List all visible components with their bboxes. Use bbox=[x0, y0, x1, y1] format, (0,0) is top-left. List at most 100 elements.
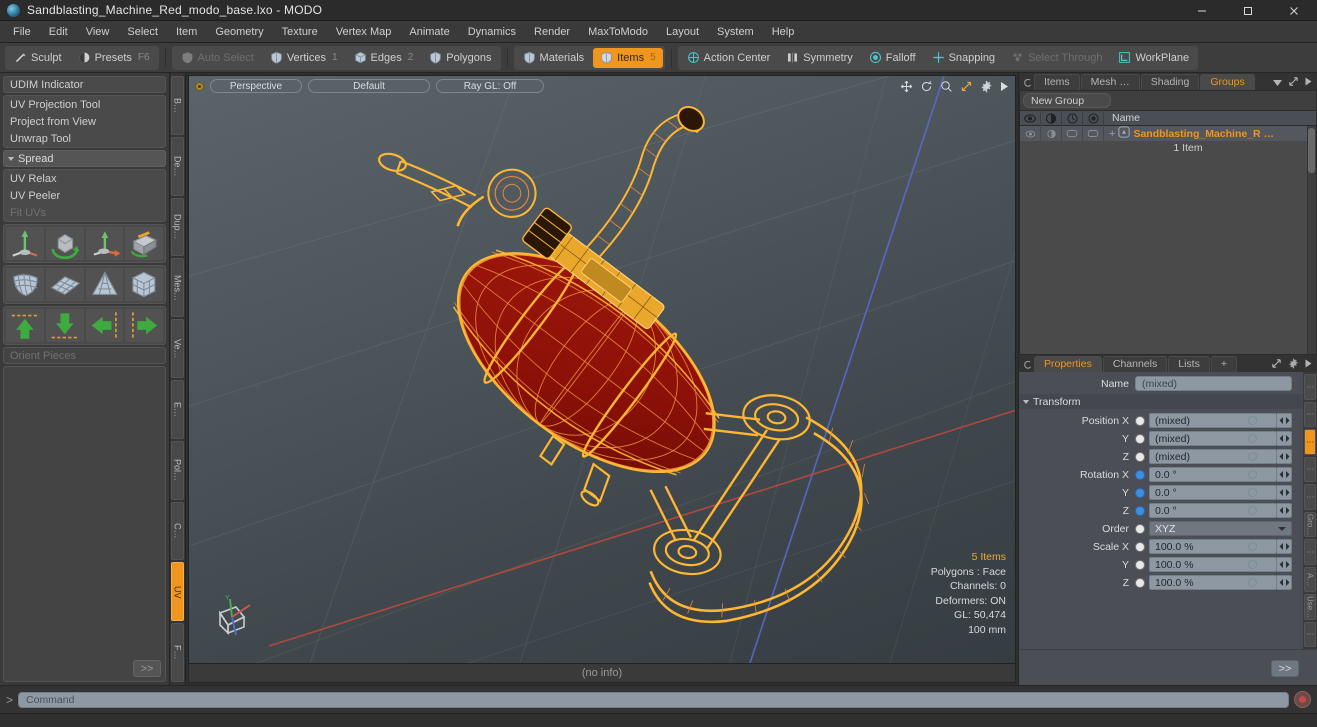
property-value-input[interactable]: 0.0 ° bbox=[1149, 503, 1277, 518]
expand-arrows-icon[interactable] bbox=[1288, 76, 1299, 90]
property-stepper[interactable] bbox=[1277, 503, 1292, 518]
rotate-icon[interactable] bbox=[920, 80, 933, 93]
property-value-input[interactable]: 0.0 ° bbox=[1149, 485, 1277, 500]
property-stepper[interactable] bbox=[1277, 575, 1292, 590]
table-row[interactable]: + Sandblasting_Machine_R … bbox=[1020, 126, 1316, 141]
render-icon[interactable] bbox=[1041, 110, 1062, 126]
scrollbar-thumb[interactable] bbox=[1308, 128, 1315, 173]
left-vertical-tab-ve[interactable]: Ve… bbox=[171, 319, 184, 378]
zoom-icon[interactable] bbox=[940, 80, 953, 93]
menu-item-help[interactable]: Help bbox=[763, 23, 804, 41]
property-value-input[interactable]: 100.0 % bbox=[1149, 557, 1277, 572]
toolbar-button-select-through[interactable]: Select Through bbox=[1004, 48, 1109, 68]
left-vertical-tab-uv[interactable]: UV bbox=[171, 562, 184, 622]
property-stepper[interactable] bbox=[1277, 539, 1292, 554]
viewport-active-dot[interactable] bbox=[195, 81, 204, 91]
row-wireframe-toggle[interactable] bbox=[1083, 126, 1104, 141]
uv-cube-rotate-icon[interactable] bbox=[45, 227, 84, 260]
tab-mesh[interactable]: Mesh … bbox=[1080, 74, 1140, 90]
left-vertical-tab-b[interactable]: B… bbox=[171, 76, 184, 135]
udim-indicator-button[interactable]: UDIM Indicator bbox=[3, 76, 166, 93]
property-value-input[interactable]: (mixed) bbox=[1149, 431, 1277, 446]
tab-shading[interactable]: Shading bbox=[1140, 74, 1200, 90]
toolbar-button-symmetry[interactable]: Symmetry bbox=[779, 48, 860, 68]
property-key-dot[interactable] bbox=[1248, 578, 1257, 587]
panel-prev-icon[interactable] bbox=[1022, 357, 1033, 372]
move-right-icon[interactable] bbox=[125, 309, 163, 342]
move-up-icon[interactable] bbox=[6, 309, 44, 342]
groups-list[interactable]: + Sandblasting_Machine_R … 1 Item bbox=[1020, 126, 1316, 354]
toolbar-button-auto-select[interactable]: Auto Select bbox=[174, 48, 261, 68]
menu-item-render[interactable]: Render bbox=[525, 23, 579, 41]
play-arrow-icon[interactable] bbox=[1305, 77, 1312, 89]
move-down-icon[interactable] bbox=[45, 309, 84, 342]
property-stepper[interactable] bbox=[1277, 557, 1292, 572]
maximize-button[interactable] bbox=[1225, 0, 1271, 21]
minimize-button[interactable] bbox=[1179, 0, 1225, 21]
axis-gizmo[interactable]: Y bbox=[206, 591, 264, 643]
property-radio[interactable] bbox=[1135, 541, 1145, 552]
menu-item-item[interactable]: Item bbox=[167, 23, 206, 41]
property-value-input[interactable]: 0.0 ° bbox=[1149, 467, 1277, 482]
expand-arrows-icon[interactable] bbox=[1271, 358, 1282, 372]
viewport-shading-default[interactable]: Default bbox=[308, 79, 430, 93]
left-vertical-tab-dup[interactable]: Dup… bbox=[171, 197, 184, 257]
tab-groups[interactable]: Groups bbox=[1200, 74, 1255, 90]
menu-item-file[interactable]: File bbox=[4, 23, 40, 41]
property-radio[interactable] bbox=[1135, 487, 1145, 498]
close-button[interactable] bbox=[1271, 0, 1317, 21]
left-vertical-tab-f[interactable]: F… bbox=[171, 623, 184, 682]
uv-plane-mesh-icon[interactable] bbox=[45, 268, 84, 301]
property-key-dot[interactable] bbox=[1248, 434, 1257, 443]
left-toolbox-more-button[interactable]: >> bbox=[133, 660, 161, 677]
property-key-dot[interactable] bbox=[1248, 560, 1257, 569]
row-lock-toggle[interactable] bbox=[1062, 126, 1083, 141]
order-select[interactable]: XYZ bbox=[1149, 521, 1292, 536]
uv-projection-tool-button[interactable]: UV Projection Tool bbox=[4, 96, 165, 113]
toolbar-button-sculpt[interactable]: Sculpt bbox=[7, 48, 69, 68]
tab-items[interactable]: Items bbox=[1034, 74, 1080, 90]
menu-item-animate[interactable]: Animate bbox=[400, 23, 458, 41]
uv-box-mesh-icon[interactable] bbox=[125, 268, 163, 301]
properties-vertical-tab-6[interactable]: ⋮ bbox=[1304, 539, 1316, 565]
properties-vertical-tab-2[interactable]: ⋮ bbox=[1304, 429, 1316, 455]
property-radio[interactable] bbox=[1135, 433, 1145, 444]
property-stepper[interactable] bbox=[1277, 467, 1292, 482]
viewport-mode-perspective[interactable]: Perspective bbox=[210, 79, 302, 93]
toolbar-button-vertices[interactable]: Vertices 1 bbox=[263, 48, 345, 68]
properties-vertical-tab-8[interactable]: Use… bbox=[1304, 594, 1316, 620]
play-arrow-icon[interactable] bbox=[1305, 359, 1312, 371]
menu-item-view[interactable]: View bbox=[77, 23, 119, 41]
menu-item-select[interactable]: Select bbox=[118, 23, 167, 41]
properties-vertical-tab-0[interactable]: ⋮ bbox=[1304, 374, 1316, 400]
toolbar-button-polygons[interactable]: Polygons bbox=[422, 48, 498, 68]
new-group-button[interactable]: New Group bbox=[1023, 93, 1111, 108]
panel-prev-icon[interactable] bbox=[1022, 75, 1033, 90]
properties-vertical-tab-4[interactable]: ⋮ bbox=[1304, 484, 1316, 510]
fit-icon[interactable] bbox=[960, 80, 973, 93]
toolbar-button-workplane[interactable]: WorkPlane bbox=[1111, 48, 1196, 68]
property-radio[interactable] bbox=[1135, 559, 1145, 570]
uv-cone-mesh-icon[interactable] bbox=[85, 268, 124, 301]
tab-channels[interactable]: Channels bbox=[1102, 356, 1168, 372]
properties-more-button[interactable]: >> bbox=[1271, 660, 1299, 677]
tab-add[interactable]: + bbox=[1210, 356, 1237, 372]
property-key-dot[interactable] bbox=[1248, 470, 1257, 479]
properties-vertical-tab-5[interactable]: Gro… bbox=[1304, 511, 1316, 537]
visibility-eye-icon[interactable] bbox=[1020, 110, 1041, 126]
property-stepper[interactable] bbox=[1277, 413, 1292, 428]
property-value-input[interactable]: (mixed) bbox=[1149, 413, 1277, 428]
move-left-icon[interactable] bbox=[85, 309, 124, 342]
property-key-dot[interactable] bbox=[1248, 488, 1257, 497]
command-input[interactable]: Command bbox=[18, 691, 1289, 708]
tab-properties[interactable]: Properties bbox=[1034, 356, 1102, 372]
property-radio[interactable] bbox=[1135, 505, 1145, 516]
row-visibility-toggle[interactable] bbox=[1020, 126, 1041, 141]
toolbar-button-snapping[interactable]: Snapping bbox=[925, 48, 1003, 68]
property-value-input[interactable]: 100.0 % bbox=[1149, 575, 1277, 590]
left-vertical-tab-pol[interactable]: Pol… bbox=[171, 440, 184, 500]
transform-section-header[interactable]: Transform bbox=[1019, 394, 1303, 409]
name-input[interactable]: (mixed) bbox=[1135, 376, 1292, 391]
unwrap-tool-button[interactable]: Unwrap Tool bbox=[4, 130, 165, 147]
viewport-raygl-toggle[interactable]: Ray GL: Off bbox=[436, 79, 544, 93]
